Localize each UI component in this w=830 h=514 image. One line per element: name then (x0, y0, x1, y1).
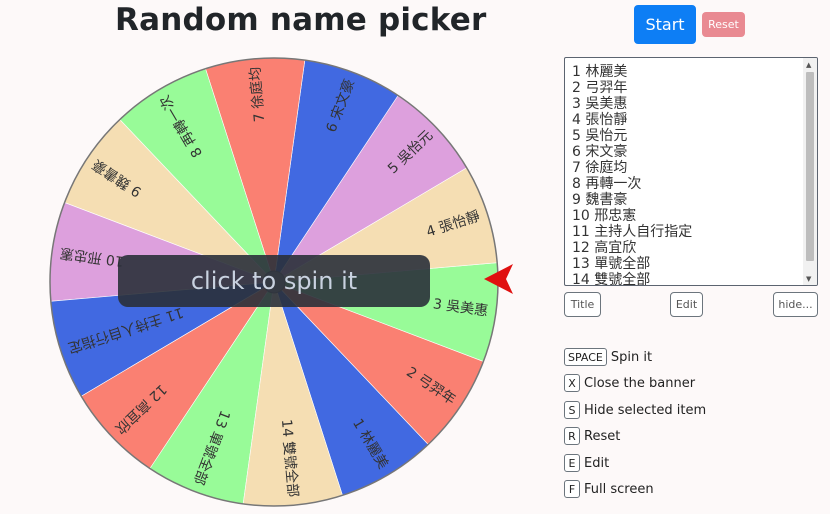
shortcut-reset: R Reset (564, 426, 620, 446)
scrollbar-thumb[interactable] (806, 72, 814, 261)
shortcut-key: F (564, 480, 580, 498)
shortcut-label: Close the banner (584, 375, 696, 391)
shortcut-key: X (564, 374, 580, 392)
shortcut-key: E (564, 454, 580, 472)
hide-button[interactable]: hide... (773, 292, 818, 317)
shortcut-label: Edit (584, 455, 610, 471)
shortcut-label: Reset (584, 428, 621, 444)
shortcut-key: S (564, 401, 580, 419)
shortcut-label: Hide selected item (584, 402, 707, 418)
scroll-down-arrow-icon[interactable]: ▼ (806, 275, 811, 283)
shortcut-label: Spin it (610, 349, 653, 365)
title-button[interactable]: Title (564, 292, 601, 317)
shortcut-close-banner: X Close the banner (564, 373, 695, 393)
scroll-up-arrow-icon[interactable]: ▲ (806, 61, 811, 69)
shortcut-spin: SPACE Spin it (564, 347, 652, 367)
names-scrollbar[interactable]: ▲ ▼ (803, 58, 817, 285)
shortcut-full-screen: F Full screen (564, 479, 654, 499)
shortcut-edit: E Edit (564, 453, 609, 473)
shortcut-hide-selected: S Hide selected item (564, 400, 706, 420)
shortcut-label: Full screen (584, 481, 654, 497)
reset-button[interactable]: Reset (702, 12, 745, 37)
spin-banner[interactable]: click to spin it (118, 255, 430, 307)
start-button[interactable]: Start (634, 5, 696, 44)
edit-button[interactable]: Edit (670, 292, 703, 317)
shortcut-key: R (564, 427, 580, 445)
names-list-text[interactable]: 1 林麗美 2 弓羿年 3 吳美惠 4 張怡靜 5 吳怡元 6 宋文豪 7 徐庭… (572, 64, 692, 285)
shortcut-key: SPACE (564, 348, 607, 366)
names-textarea[interactable]: 1 林麗美 2 弓羿年 3 吳美惠 4 張怡靜 5 吳怡元 6 宋文豪 7 徐庭… (564, 57, 818, 286)
